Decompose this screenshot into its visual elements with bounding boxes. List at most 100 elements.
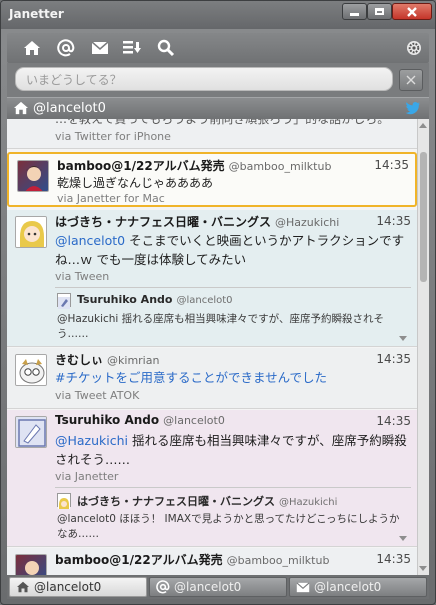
- tweet-screen-name: @bamboo_milktub: [226, 554, 330, 567]
- tab-label: @lancelot0: [174, 580, 242, 594]
- tweet-text-block: #チケットをご用意することができませんでした: [55, 369, 411, 386]
- avatar[interactable]: [15, 554, 47, 575]
- timeline-tweet[interactable]: きむしぃ @kimrian 14:35 #チケットをご用意することができませんでし…: [7, 348, 417, 409]
- home-icon: [17, 581, 29, 593]
- lists-button[interactable]: [121, 38, 143, 58]
- timeline[interactable]: …を教えて貰ってもらうよう前向き頑張ろう」的な話かしら。 via Twitter…: [7, 119, 417, 575]
- close-icon: [407, 6, 417, 17]
- tweet-via: via Tweet ATOK: [55, 389, 140, 402]
- tweet-screen-name: @lancelot0: [163, 414, 225, 427]
- mention-link[interactable]: @Hazukichi: [55, 433, 128, 448]
- close-icon: [406, 75, 416, 85]
- tweet-text-block: @lancelot0 そこまでいくと映画というかアトラクションですね…ｗ でも一…: [55, 231, 411, 269]
- post-bar: いまどうしてる？: [7, 63, 429, 97]
- tab-home[interactable]: @lancelot0: [9, 577, 147, 597]
- tweet-input[interactable]: いまどうしてる？: [15, 67, 393, 91]
- expand-quote-icon[interactable]: [399, 336, 407, 341]
- list-download-icon: [123, 41, 141, 54]
- window-title: Janetter: [9, 7, 64, 21]
- tweet-via: via Janetter for Mac: [57, 192, 165, 205]
- tweet-via: via Janetter: [55, 470, 119, 483]
- quoted-avatar: [57, 293, 71, 309]
- quoted-text: @lancelot0 ほほう！ IMAXで見ようかと思ってたけどこっちにしようか…: [57, 513, 400, 540]
- maximize-button[interactable]: [367, 3, 392, 20]
- quoted-text: @Hazukichi 揺れる座席も相当興味津々ですが、座席予約瞬殺されそう……: [57, 313, 384, 340]
- settings-button[interactable]: [403, 38, 425, 58]
- tweet-via: via Twitter for iPhone: [55, 130, 171, 143]
- home-button[interactable]: [21, 38, 43, 58]
- avatar-image: [16, 417, 46, 447]
- avatar[interactable]: [15, 216, 47, 248]
- toolbar: [7, 33, 429, 63]
- tweet-author[interactable]: bamboo@1/22アルバム発売 @bamboo_milktub: [55, 551, 329, 568]
- tweet-author[interactable]: きむしぃ @kimrian: [55, 351, 159, 368]
- account-tab-bar: @lancelot0 @lancelot0 @lancelot0: [7, 575, 429, 599]
- tweet-screen-name: @kimrian: [107, 354, 160, 367]
- tweet-author-name: bamboo@1/22アルバム発売: [57, 159, 225, 173]
- tweet-author[interactable]: Tsuruhiko Ando @lancelot0: [55, 413, 225, 427]
- quoted-tweet[interactable]: Tsuruhiko Ando @lancelot0 @Hazukichi 揺れる座…: [55, 287, 411, 343]
- quoted-screen-name: @lancelot0: [176, 295, 233, 306]
- avatar[interactable]: [15, 416, 47, 448]
- tweet-timestamp[interactable]: 14:35: [376, 552, 411, 566]
- minimize-button[interactable]: [342, 3, 367, 20]
- tab-label: @lancelot0: [34, 580, 102, 594]
- tweet-author-name: きむしぃ: [55, 353, 104, 367]
- tweet-timestamp[interactable]: 14:35: [374, 158, 409, 172]
- hashtag-link[interactable]: #チケットをご用意することができませんでした: [55, 370, 327, 385]
- tweet-timestamp[interactable]: 14:35: [376, 352, 411, 366]
- tweet-timestamp[interactable]: 14:35: [376, 214, 411, 228]
- tweet-author[interactable]: bamboo@1/22アルバム発売 @bamboo_milktub: [57, 157, 331, 174]
- minimize-icon: [350, 13, 359, 16]
- quoted-tweet[interactable]: はづきち・ナナフェス日曜・バニングス @Hazukichi @lancelot0 …: [55, 487, 411, 543]
- timeline-tweet-own[interactable]: Tsuruhiko Ando @lancelot0 14:35 @Hazukich…: [7, 410, 417, 547]
- tweet-text: 乾燥し過ぎなんじゃああああ: [57, 176, 214, 190]
- mail-icon: [91, 41, 109, 54]
- search-button[interactable]: [155, 38, 177, 58]
- timeline-tweet-selected[interactable]: bamboo@1/22アルバム発売 @bamboo_milktub 14:35 乾…: [7, 152, 417, 207]
- tab-messages[interactable]: @lancelot0: [289, 577, 427, 597]
- scroll-down-icon[interactable]: [419, 566, 427, 571]
- timeline-tweet[interactable]: はづきち・ナナフェス日曜・バニングス @Hazukichi 14:35 @lanc…: [7, 210, 417, 347]
- at-icon: [156, 580, 170, 594]
- messages-button[interactable]: [89, 38, 111, 58]
- avatar[interactable]: [15, 354, 47, 386]
- scrollbar-thumb[interactable]: [420, 152, 427, 282]
- tweet-text-block: @Hazukichi 揺れる座席も相当興味津々ですが、座席予約瞬殺されそう……: [55, 431, 411, 469]
- timeline-tweet-partial[interactable]: bamboo@1/22アルバム発売 @bamboo_milktub 14:35: [7, 548, 417, 575]
- tab-label: @lancelot0: [314, 580, 382, 594]
- post-clear-button[interactable]: [399, 69, 423, 91]
- mail-icon: [296, 581, 310, 592]
- quoted-author-name: Tsuruhiko Ando: [77, 293, 173, 306]
- quoted-author: はづきち・ナナフェス日曜・バニングス @Hazukichi: [77, 493, 337, 509]
- quoted-author: Tsuruhiko Ando @lancelot0: [77, 293, 233, 306]
- timeline-header: @lancelot0: [7, 97, 429, 119]
- twitter-bird-icon: [405, 102, 420, 115]
- mentions-button[interactable]: [55, 38, 77, 58]
- expand-quote-icon[interactable]: [399, 536, 407, 541]
- mention-link[interactable]: @lancelot0: [55, 233, 125, 248]
- tweet-text: …を教えて貰ってもらうよう前向き頑張ろう」的な話かしら。: [55, 119, 390, 126]
- tweet-author[interactable]: はづきち・ナナフェス日曜・バニングス @Hazukichi: [55, 213, 339, 230]
- tab-mentions[interactable]: @lancelot0: [149, 577, 287, 597]
- tweet-author-name: Tsuruhiko Ando: [55, 413, 160, 427]
- avatar[interactable]: [17, 160, 49, 192]
- close-button[interactable]: [392, 3, 432, 20]
- timeline-tweet-partial[interactable]: …を教えて貰ってもらうよう前向き頑張ろう」的な話かしら。 via Twitter…: [7, 119, 417, 149]
- avatar-image: [16, 355, 46, 385]
- avatar-image: [25, 166, 43, 191]
- tweet-author-name: はづきち・ナナフェス日曜・バニングス: [55, 215, 272, 229]
- quoted-author-name: はづきち・ナナフェス日曜・バニングス: [77, 495, 275, 508]
- tweet-timestamp[interactable]: 14:35: [376, 414, 411, 428]
- timeline-scrollbar[interactable]: [417, 119, 429, 575]
- tweet-author-name: bamboo@1/22アルバム発売: [55, 553, 223, 567]
- avatar-image: [25, 561, 39, 575]
- scroll-up-icon[interactable]: [419, 123, 427, 128]
- tweet-screen-name: @bamboo_milktub: [228, 160, 332, 173]
- home-icon: [14, 101, 28, 115]
- tweet-via: via Tween: [55, 270, 110, 283]
- gear-icon: [407, 41, 421, 55]
- at-icon: [57, 39, 75, 57]
- home-icon: [24, 41, 40, 55]
- quoted-avatar: [57, 493, 71, 509]
